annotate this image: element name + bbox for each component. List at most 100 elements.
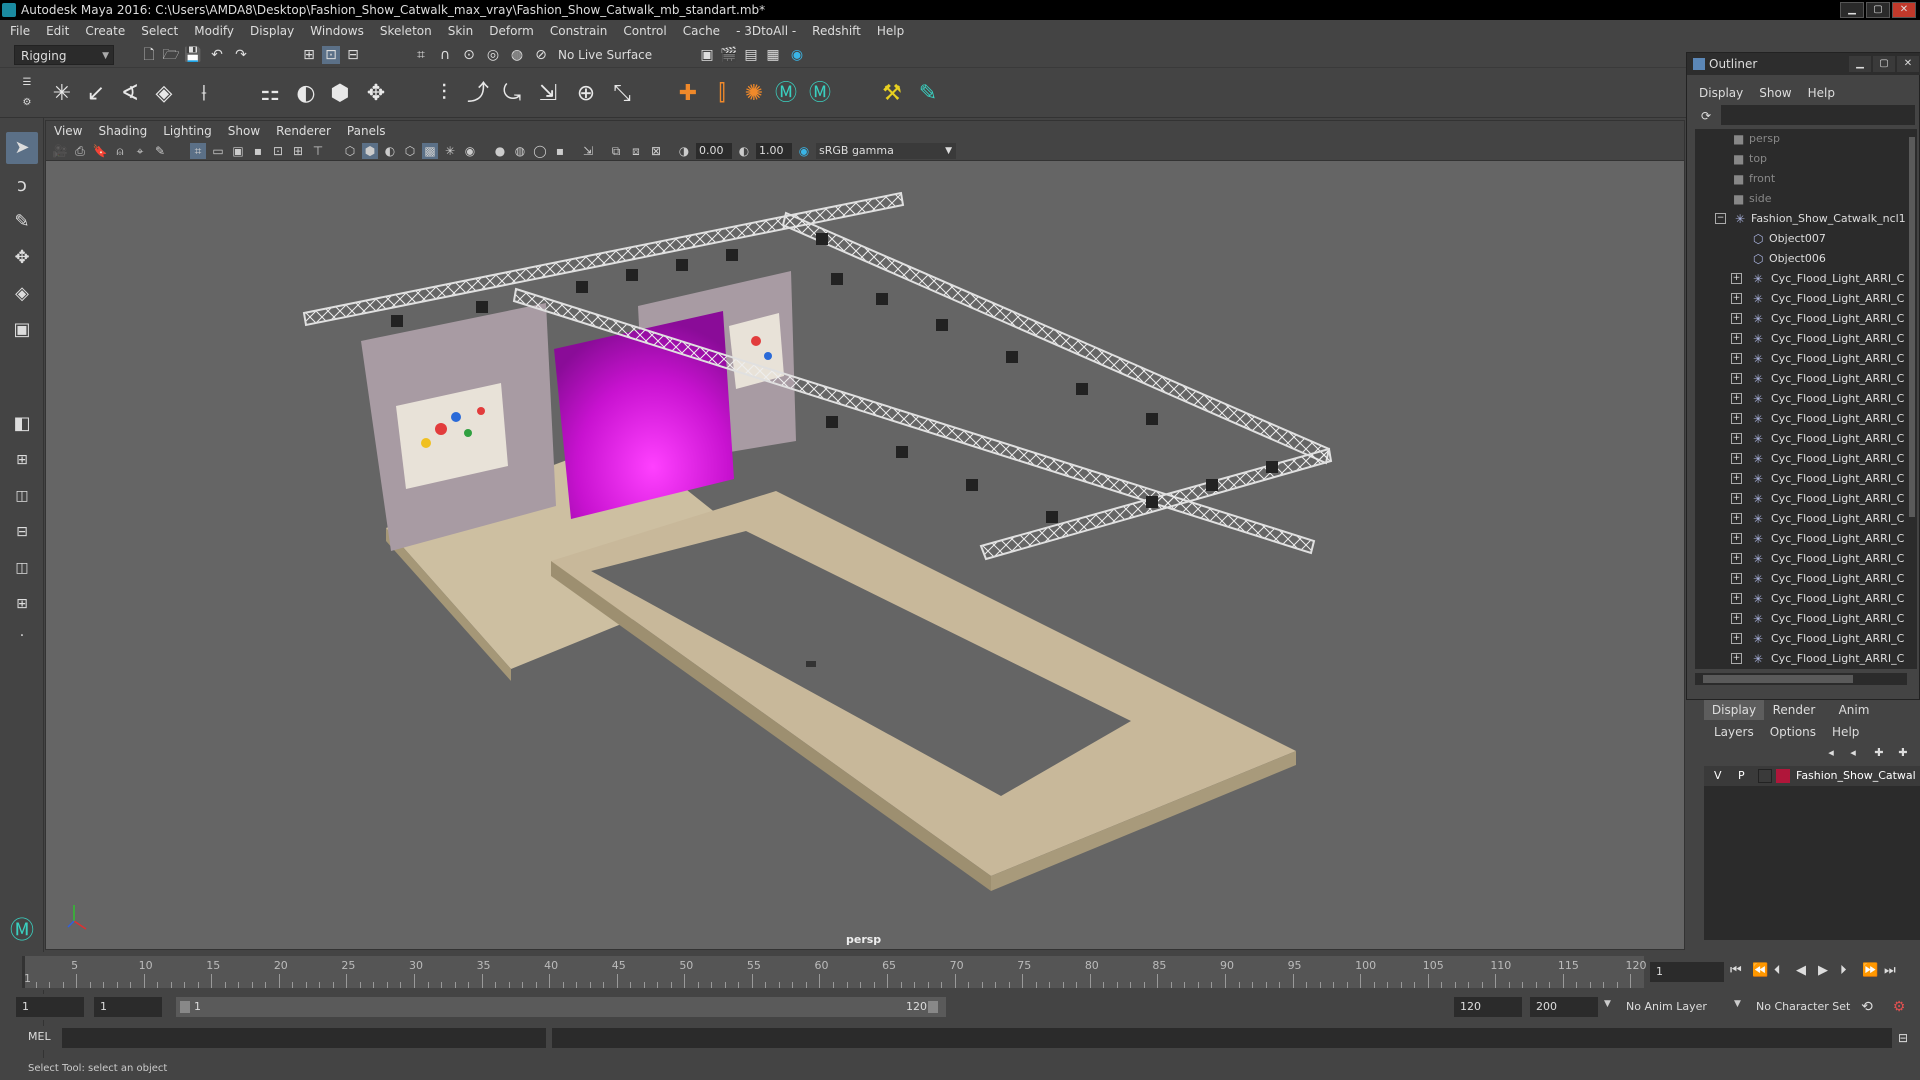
range-slider-bar[interactable]: 1 120: [176, 997, 946, 1017]
quick-rig-icon[interactable]: Ⓜ: [772, 80, 800, 108]
anim-prefs-icon[interactable]: ⚙: [1890, 998, 1908, 1016]
layer-color-swatch[interactable]: [1776, 769, 1790, 783]
outliner-close-button[interactable]: ✕: [1897, 56, 1919, 72]
outliner-vscrollbar[interactable]: [1907, 129, 1917, 669]
outliner-hscroll-thumb[interactable]: [1703, 675, 1853, 683]
bind-skin-icon[interactable]: ⚏: [256, 80, 284, 108]
range-start-handle[interactable]: [180, 1001, 190, 1013]
outliner-item[interactable]: + ✳ Cyc_Flood_Light_ARRI_C: [1695, 509, 1907, 529]
menu-file[interactable]: File: [10, 24, 30, 38]
scale-constraint-icon[interactable]: ⇲: [534, 80, 562, 108]
point-constraint-icon[interactable]: ⫶: [430, 80, 458, 108]
outliner-item[interactable]: + ✳ Cyc_Flood_Light_ARRI_C: [1695, 549, 1907, 569]
snap-surface-icon[interactable]: ◍: [508, 46, 526, 64]
outliner-item[interactable]: − ✳ Fashion_Show_Catwalk_ncl1: [1695, 209, 1907, 229]
scale-tool-icon[interactable]: ▣: [6, 314, 38, 346]
layer-row[interactable]: V P Fashion_Show_Catwal: [1704, 766, 1920, 786]
layout-two-icon[interactable]: ◫: [6, 480, 38, 512]
xray-joints-icon[interactable]: ⧈: [628, 143, 644, 159]
tab-render[interactable]: Render: [1764, 700, 1824, 720]
grease-pencil-icon[interactable]: ✎: [152, 143, 168, 159]
tab-anim[interactable]: Anim: [1824, 700, 1884, 720]
outliner-item[interactable]: ⬡ Object007: [1695, 229, 1907, 249]
menu-windows[interactable]: Windows: [310, 24, 364, 38]
collapse-icon[interactable]: −: [1715, 213, 1726, 224]
ik-spline-icon[interactable]: ∢: [116, 80, 144, 108]
outliner-item[interactable]: ⬡ Object006: [1695, 249, 1907, 269]
layer-menu-options[interactable]: Options: [1770, 722, 1816, 742]
layout-outliner-icon[interactable]: ⊟: [6, 516, 38, 548]
outliner-scroll-thumb[interactable]: [1909, 137, 1915, 517]
open-scene-icon[interactable]: 🗁: [162, 46, 180, 64]
menu-constrain[interactable]: Constrain: [550, 24, 608, 38]
time-slider[interactable]: 5 10 15 20 25 30 35 40 45 50 55 60 65 70 75 80 85 90 95 100…: [0, 952, 1920, 990]
menu-skeleton[interactable]: Skeleton: [380, 24, 432, 38]
default-light-icon[interactable]: ◐: [382, 143, 398, 159]
select-object-icon[interactable]: ⊡: [322, 46, 340, 64]
outliner-item[interactable]: + ✳ Cyc_Flood_Light_ARRI_C: [1695, 329, 1907, 349]
outliner-maximize-button[interactable]: ▢: [1873, 56, 1895, 72]
outliner-item[interactable]: + ✳ Cyc_Flood_Light_ARRI_C: [1695, 529, 1907, 549]
layout-graph-icon[interactable]: ◫: [6, 552, 38, 584]
isolate-select-icon[interactable]: ⇲: [580, 143, 596, 159]
expand-icon[interactable]: +: [1731, 533, 1742, 544]
hik-control-icon[interactable]: Ⓜ: [806, 80, 834, 108]
ipr-render-icon[interactable]: ▤: [742, 46, 760, 64]
expand-icon[interactable]: +: [1731, 593, 1742, 604]
gamma-icon[interactable]: ◐: [736, 143, 752, 159]
shelf-settings-icon[interactable]: ⚙: [18, 94, 36, 112]
playback-end-field[interactable]: 120: [1454, 997, 1522, 1017]
outliner-titlebar[interactable]: Outliner ▁ ▢ ✕: [1687, 53, 1920, 75]
orient-constraint-icon[interactable]: ⤿: [498, 80, 526, 108]
outliner-menu-display[interactable]: Display: [1699, 83, 1743, 103]
viewport-panel[interactable]: View Shading Lighting Show Renderer Panels 🎥 …: [45, 120, 1685, 950]
start-time-field[interactable]: 1: [16, 997, 84, 1017]
redo-icon[interactable]: ↷: [232, 46, 250, 64]
render-settings-icon[interactable]: ▦: [764, 46, 782, 64]
orient-joint-icon[interactable]: ⟊: [190, 80, 218, 108]
outliner-item[interactable]: + ✳ Cyc_Flood_Light_ARRI_C: [1695, 629, 1907, 649]
outliner-item[interactable]: + ✳ Cyc_Flood_Light_ARRI_C: [1695, 609, 1907, 629]
colorspace-dropdown[interactable]: sRGB gamma ▼: [816, 143, 956, 159]
layer-visibility-toggle[interactable]: V: [1714, 766, 1722, 786]
wireframe-icon[interactable]: ⬡: [342, 143, 358, 159]
outliner-item[interactable]: + ✳ Cyc_Flood_Light_ARRI_C: [1695, 449, 1907, 469]
expand-icon[interactable]: +: [1731, 653, 1742, 664]
viewport-menu-view[interactable]: View: [54, 124, 82, 138]
close-button[interactable]: ✕: [1892, 2, 1916, 18]
shelf-menu-icon[interactable]: ☰: [18, 74, 36, 92]
script-editor-icon[interactable]: ⊟: [1894, 1029, 1912, 1047]
expand-icon[interactable]: +: [1731, 473, 1742, 484]
layer-menu-layers[interactable]: Layers: [1714, 722, 1754, 742]
render-frame-icon[interactable]: 🎬: [720, 46, 738, 64]
menu-edit[interactable]: Edit: [46, 24, 69, 38]
film-gate-icon[interactable]: ▭: [210, 143, 226, 159]
menu-cache[interactable]: Cache: [683, 24, 720, 38]
cluster-icon[interactable]: ✥: [362, 80, 390, 108]
outliner-search-input[interactable]: [1721, 105, 1915, 125]
exposure-icon[interactable]: ◑: [676, 143, 692, 159]
layout-single-icon[interactable]: ◧: [6, 408, 38, 440]
expand-icon[interactable]: +: [1731, 553, 1742, 564]
end-time-field[interactable]: 200: [1530, 997, 1598, 1017]
image-plane-icon[interactable]: ⍝: [112, 143, 128, 159]
new-scene-icon[interactable]: 🗋: [140, 46, 158, 64]
menu-select[interactable]: Select: [141, 24, 178, 38]
camera-select-icon[interactable]: 🎥: [52, 143, 68, 159]
expand-icon[interactable]: +: [1731, 573, 1742, 584]
expand-icon[interactable]: +: [1731, 373, 1742, 384]
outliner-item[interactable]: + ✳ Cyc_Flood_Light_ARRI_C: [1695, 349, 1907, 369]
outliner-item[interactable]: + ✳ Cyc_Flood_Light_ARRI_C: [1695, 369, 1907, 389]
shadows-icon[interactable]: ◉: [462, 143, 478, 159]
step-back-frame-icon[interactable]: ⏪: [1752, 963, 1768, 978]
layout-hypershade-icon[interactable]: ⊞: [6, 588, 38, 620]
play-forward-icon[interactable]: ▶: [1818, 963, 1828, 978]
scene-canvas[interactable]: [46, 161, 1685, 950]
step-forward-key-icon[interactable]: ⏵: [1840, 963, 1847, 978]
snap-curve-icon[interactable]: ∩: [436, 46, 454, 64]
outliner-menu-show[interactable]: Show: [1759, 83, 1791, 103]
paint-select-icon[interactable]: ✎: [6, 206, 38, 238]
outliner-item[interactable]: + ✳ Cyc_Flood_Light_ARRI_C: [1695, 409, 1907, 429]
color-management-icon[interactable]: ◉: [796, 143, 812, 159]
menuset-dropdown[interactable]: Rigging ▼: [14, 45, 114, 65]
